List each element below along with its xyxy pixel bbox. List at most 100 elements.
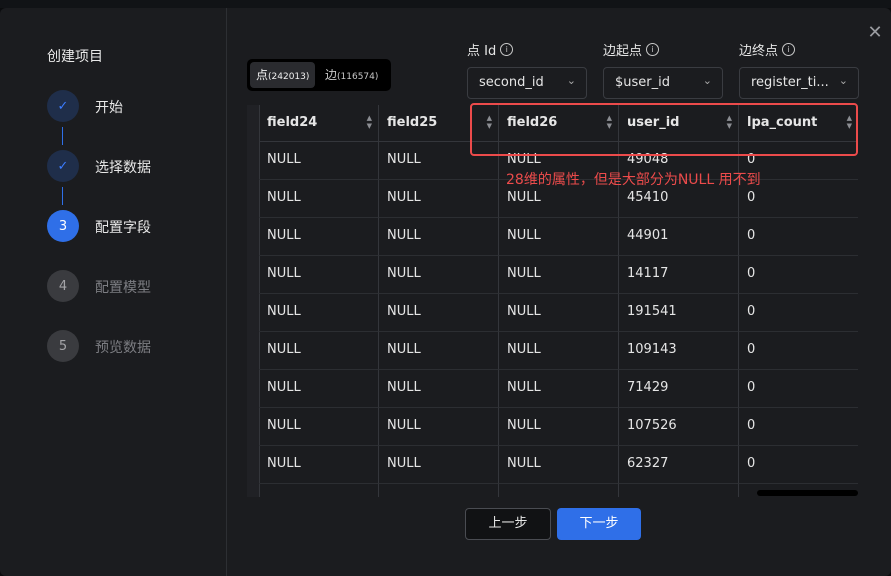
cell-value: NULL xyxy=(387,304,421,319)
backdrop xyxy=(0,0,891,8)
cell-value: 45410 xyxy=(627,190,669,205)
cell-value: NULL xyxy=(387,342,421,357)
cell-value: NULL xyxy=(507,380,541,395)
tab-edge-label: 边 xyxy=(325,68,338,82)
step-start: ✓ 开始 xyxy=(47,90,227,122)
info-icon[interactable]: i xyxy=(646,43,660,56)
cell-value: NULL xyxy=(387,380,421,395)
cell-value: NULL xyxy=(387,228,421,243)
prev-button[interactable]: 上一步 xyxy=(465,508,551,540)
table-cell: NULL xyxy=(379,446,499,484)
info-icon[interactable]: i xyxy=(500,43,514,56)
vertex-id-label-text: 点 Id xyxy=(467,44,497,59)
step-connector xyxy=(62,127,63,145)
edge-source-label: 边起点 i xyxy=(603,40,660,59)
table-cell: 71429 xyxy=(619,370,739,408)
annotation-text: 28维的属性，但是大部分为NULL 用不到 xyxy=(506,172,761,188)
check-icon: ✓ xyxy=(47,150,79,182)
table-cell: 0 xyxy=(739,218,858,256)
table-cell: NULL xyxy=(499,370,619,408)
tab-edge-count: (116574) xyxy=(337,72,379,82)
table-column: user_id ▲ ▼ 49048 45410 44901 14117 191541 10914… xyxy=(619,105,739,497)
next-button[interactable]: 下一步 xyxy=(557,508,641,540)
tab-vertex[interactable]: 点(242013) xyxy=(250,62,316,88)
edge-target-value: register_ti... xyxy=(751,75,829,90)
cell-value: 14117 xyxy=(627,266,669,281)
table-cell: 109143 xyxy=(619,332,739,370)
column-header-label: field25 xyxy=(387,115,438,130)
table-cell: NULL xyxy=(259,408,379,446)
step-number: 3 xyxy=(47,210,79,242)
cell-value: NULL xyxy=(507,228,541,243)
table-cell xyxy=(619,484,739,497)
cell-value: NULL xyxy=(267,152,301,167)
table-cell: NULL xyxy=(259,142,379,180)
table-cell: NULL xyxy=(499,332,619,370)
table-cell: 107526 xyxy=(619,408,739,446)
check-icon: ✓ xyxy=(47,90,79,122)
vertex-id-select[interactable]: second_id ⌄ xyxy=(467,67,587,99)
cell-value: 0 xyxy=(747,228,756,243)
cell-value: 0 xyxy=(747,304,756,319)
cell-value: NULL xyxy=(507,304,541,319)
close-icon[interactable]: ✕ xyxy=(866,24,884,42)
column-header-label: field24 xyxy=(267,115,318,130)
cell-value: 62327 xyxy=(627,456,669,471)
cell-value: 71429 xyxy=(627,380,669,395)
table-cell: 0 xyxy=(739,370,858,408)
info-icon[interactable]: i xyxy=(782,43,796,56)
chevron-down-icon: ⌄ xyxy=(566,74,576,87)
tab-edge[interactable]: 边(116574) xyxy=(319,62,384,88)
table-cell: NULL xyxy=(499,408,619,446)
table-cell: NULL xyxy=(379,408,499,446)
table-cell: 191541 xyxy=(619,294,739,332)
step-configure-fields: 3 配置字段 xyxy=(47,210,227,242)
column-header[interactable]: field24 ▲ ▼ xyxy=(259,105,379,142)
steps-sidebar: 创建项目 ✓ 开始 ✓ 选择数据 3 配置字段 4 配置模型 5 预览数据 xyxy=(0,8,227,576)
table-column: field26 ▲ ▼ NULL NULL NULL NULL NULL NULL NULL NUL… xyxy=(499,105,619,497)
step-label: 配置字段 xyxy=(95,220,151,236)
table-cell: 62327 xyxy=(619,446,739,484)
step-label: 开始 xyxy=(95,100,123,116)
table-cell: NULL xyxy=(499,218,619,256)
cell-value: NULL xyxy=(267,190,301,205)
table-column: field25 ▲ ▼ NULL NULL NULL NULL NULL NULL NULL NUL… xyxy=(379,105,499,497)
table-cell: 0 xyxy=(739,332,858,370)
table-cell: NULL xyxy=(379,180,499,218)
table-cell xyxy=(259,484,379,497)
cell-value: NULL xyxy=(267,304,301,319)
table-cell: NULL xyxy=(379,256,499,294)
cell-value: NULL xyxy=(267,342,301,357)
horizontal-scrollbar[interactable] xyxy=(757,490,858,496)
table-cell: NULL xyxy=(259,218,379,256)
edge-target-select[interactable]: register_ti... ⌄ xyxy=(739,67,859,99)
cell-value: NULL xyxy=(507,190,541,205)
vertex-edge-toggle: 点(242013) 边(116574) xyxy=(247,59,391,91)
cell-value: 0 xyxy=(747,190,756,205)
cell-value: 191541 xyxy=(627,304,677,319)
table-cell: NULL xyxy=(499,294,619,332)
cell-value: NULL xyxy=(387,418,421,433)
edge-source-select[interactable]: $user_id ⌄ xyxy=(603,67,723,99)
data-preview-table: field24 ▲ ▼ NULL NULL NULL NULL NULL NULL NULL NUL… xyxy=(247,105,858,497)
cell-value: NULL xyxy=(387,266,421,281)
table-cell: 0 xyxy=(739,256,858,294)
cell-value: 109143 xyxy=(627,342,677,357)
step-number: 5 xyxy=(47,330,79,362)
cell-value: 0 xyxy=(747,380,756,395)
table-cell: NULL xyxy=(379,332,499,370)
vertex-id-label: 点 Id i xyxy=(467,40,514,59)
cell-value: 0 xyxy=(747,418,756,433)
table-cell: NULL xyxy=(259,180,379,218)
table-column: field24 ▲ ▼ NULL NULL NULL NULL NULL NULL NULL NUL… xyxy=(259,105,379,497)
cell-value: NULL xyxy=(267,418,301,433)
table-cell: NULL xyxy=(499,446,619,484)
cell-value: NULL xyxy=(267,380,301,395)
sort-icon[interactable]: ▲ ▼ xyxy=(367,114,372,130)
table-cell xyxy=(379,484,499,497)
cell-value: NULL xyxy=(267,266,301,281)
step-configure-model: 4 配置模型 xyxy=(47,270,227,302)
edge-source-value: $user_id xyxy=(615,75,670,90)
table-cell: 14117 xyxy=(619,256,739,294)
step-label: 预览数据 xyxy=(95,340,151,356)
